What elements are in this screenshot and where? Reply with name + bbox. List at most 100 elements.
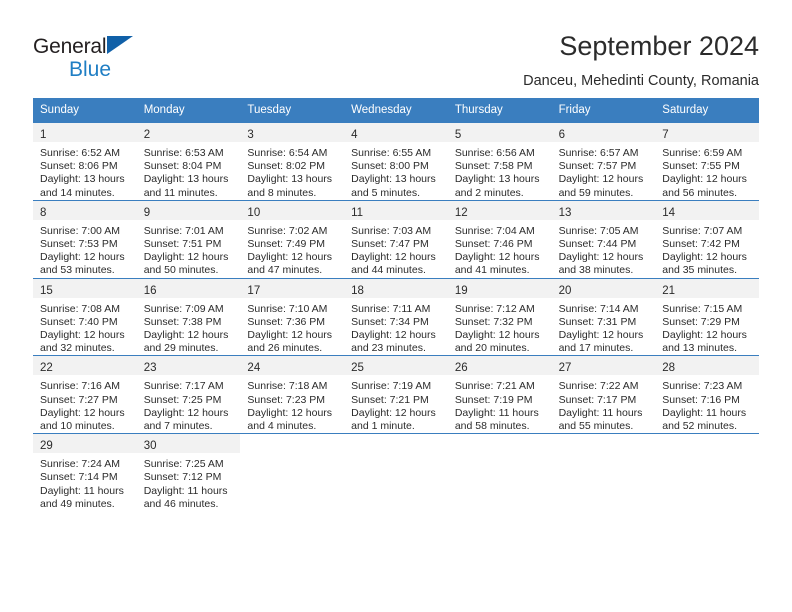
day-number-band: 30 — [136, 434, 241, 454]
calendar-week-row: 1 Sunrise: 6:52 AM Sunset: 8:06 PM Daylight… — [33, 123, 759, 200]
day-cell[interactable]: 15 Sunrise: 7:08 AM Sunset: 7:40 PM Dayligh… — [33, 278, 137, 356]
day-detail-line: Sunrise: 6:55 AM — [351, 147, 432, 159]
week-grid: 1 Sunrise: 6:52 AM Sunset: 8:06 PM Daylight… — [33, 123, 759, 200]
day-detail-line: and 26 minutes. — [247, 342, 323, 355]
day-number-band — [655, 434, 759, 453]
day-detail-line: Daylight: 11 hours — [143, 484, 228, 497]
day-number: 17 — [247, 284, 261, 297]
day-cell[interactable]: 27 Sunrise: 7:22 AM Sunset: 7:17 PM Dayligh… — [551, 356, 656, 433]
day-detail-line: and 59 minutes. — [558, 186, 634, 199]
day-number: 14 — [662, 206, 676, 219]
day-cell[interactable]: 1 Sunrise: 6:52 AM Sunset: 8:06 PM Daylight… — [33, 123, 137, 200]
day-number-band: 29 — [33, 434, 137, 454]
day-number: 23 — [143, 362, 157, 375]
day-cell[interactable]: 4 Sunrise: 6:55 AM Sunset: 8:00 PM Daylight… — [344, 123, 448, 200]
day-detail-line: Daylight: 12 hours — [247, 329, 333, 342]
day-cell-body: Sunrise: 6:53 AM Sunset: 8:04 PM Daylight:… — [137, 142, 241, 200]
day-number-band: 8 — [33, 200, 137, 220]
day-number-band: 23 — [136, 356, 241, 376]
day-detail-line: Sunrise: 7:19 AM — [351, 380, 432, 393]
day-detail-line: Sunrise: 7:24 AM — [40, 458, 120, 471]
day-cell[interactable]: 5 Sunrise: 6:56 AM Sunset: 7:58 PM Daylight… — [447, 123, 552, 200]
day-number-band: 11 — [344, 200, 448, 220]
day-cell[interactable]: 24 Sunrise: 7:18 AM Sunset: 7:23 PM Dayligh… — [240, 356, 345, 433]
day-cell[interactable]: 2 Sunrise: 6:53 AM Sunset: 8:04 PM Daylight… — [136, 123, 241, 200]
day-cell-body: Sunrise: 7:03 AM Sunset: 7:47 PM Daylight:… — [344, 220, 448, 278]
day-cell[interactable]: 20 Sunrise: 7:14 AM Sunset: 7:31 PM Dayligh… — [551, 278, 656, 356]
day-cell-body: Sunrise: 7:05 AM Sunset: 7:44 PM Daylight:… — [552, 220, 656, 278]
day-cell[interactable]: 19 Sunrise: 7:12 AM Sunset: 7:32 PM Dayligh… — [447, 278, 552, 356]
day-cell-empty — [552, 434, 656, 511]
day-detail-line: Sunrise: 7:18 AM — [247, 380, 328, 393]
day-detail-line: Sunset: 7:21 PM — [351, 393, 429, 406]
day-detail-line: Daylight: 12 hours — [558, 173, 644, 186]
day-cell[interactable]: 29 Sunrise: 7:24 AM Sunset: 7:14 PM Dayligh… — [33, 434, 137, 511]
calendar-weeks: 1 Sunrise: 6:52 AM Sunset: 8:06 PM Daylight… — [33, 123, 759, 511]
day-number: 20 — [558, 284, 572, 297]
day-cell[interactable]: 6 Sunrise: 6:57 AM Sunset: 7:57 PM Daylight… — [551, 123, 656, 200]
day-cell[interactable]: 17 Sunrise: 7:10 AM Sunset: 7:36 PM Dayligh… — [240, 278, 345, 356]
day-number-band: 7 — [655, 123, 759, 142]
day-cell[interactable]: 22 Sunrise: 7:16 AM Sunset: 7:27 PM Dayligh… — [33, 356, 137, 433]
day-cell[interactable]: 11 Sunrise: 7:03 AM Sunset: 7:47 PM Dayligh… — [344, 200, 448, 278]
day-detail-line: and 8 minutes. — [247, 186, 317, 199]
logo-text-general: General — [33, 35, 107, 58]
day-cell[interactable]: 28 Sunrise: 7:23 AM Sunset: 7:16 PM Dayligh… — [655, 356, 759, 433]
day-detail-line: Daylight: 11 hours — [40, 484, 124, 497]
day-number-band: 2 — [136, 123, 241, 142]
day-cell-body: Sunrise: 7:10 AM Sunset: 7:36 PM Daylight:… — [240, 298, 344, 356]
day-detail-line: Daylight: 12 hours — [40, 329, 125, 342]
day-detail-line: Sunrise: 7:25 AM — [143, 458, 224, 471]
day-cell[interactable]: 9 Sunrise: 7:01 AM Sunset: 7:51 PM Daylight… — [136, 200, 241, 278]
day-cell-body — [552, 453, 656, 458]
day-cell[interactable]: 12 Sunrise: 7:04 AM Sunset: 7:46 PM Dayligh… — [447, 200, 552, 278]
day-cell[interactable]: 26 Sunrise: 7:21 AM Sunset: 7:19 PM Dayligh… — [447, 356, 552, 433]
day-cell-empty — [448, 434, 552, 511]
day-detail-line: Daylight: 13 hours — [40, 173, 125, 186]
day-detail-line: and 23 minutes. — [351, 342, 426, 355]
day-detail-line: Daylight: 12 hours — [454, 251, 540, 264]
day-cell[interactable]: 25 Sunrise: 7:19 AM Sunset: 7:21 PM Dayligh… — [344, 356, 448, 433]
day-cell[interactable]: 30 Sunrise: 7:25 AM Sunset: 7:12 PM Dayligh… — [136, 434, 241, 511]
day-detail-line: and 50 minutes. — [143, 264, 219, 277]
day-detail-line: Sunset: 7:51 PM — [143, 238, 222, 251]
day-cell[interactable]: 18 Sunrise: 7:11 AM Sunset: 7:34 PM Dayligh… — [344, 278, 448, 356]
day-detail-line: and 38 minutes. — [558, 264, 634, 277]
day-detail-line: Sunset: 8:02 PM — [247, 160, 326, 173]
day-detail-line: and 5 minutes. — [351, 186, 421, 199]
day-cell[interactable]: 23 Sunrise: 7:17 AM Sunset: 7:25 PM Dayligh… — [136, 356, 241, 433]
day-number-band: 4 — [344, 123, 448, 142]
title-block: September 2024 Danceu, Mehedinti County,… — [523, 28, 759, 92]
day-cell[interactable]: 7 Sunrise: 6:59 AM Sunset: 7:55 PM Daylight… — [655, 123, 759, 200]
day-detail-line: Daylight: 11 hours — [454, 406, 539, 419]
day-cell-empty — [240, 434, 344, 511]
day-cell[interactable]: 13 Sunrise: 7:05 AM Sunset: 7:44 PM Dayligh… — [551, 200, 656, 278]
day-number: 24 — [247, 362, 261, 375]
day-detail-line: and 17 minutes. — [558, 342, 634, 355]
day-number-band: 22 — [33, 356, 137, 376]
day-cell[interactable]: 14 Sunrise: 7:07 AM Sunset: 7:42 PM Dayligh… — [655, 200, 759, 278]
day-detail-line: Daylight: 12 hours — [40, 251, 125, 264]
day-detail-line: Sunrise: 7:16 AM — [40, 380, 120, 393]
day-number-band: 17 — [240, 278, 345, 298]
logo-text-blue: Blue — [69, 58, 112, 81]
day-detail-line: Sunset: 7:19 PM — [454, 393, 533, 406]
day-number-band: 25 — [344, 356, 448, 376]
day-detail-line: Daylight: 12 hours — [662, 173, 747, 186]
day-number: 1 — [40, 129, 47, 141]
day-cell[interactable]: 16 Sunrise: 7:09 AM Sunset: 7:38 PM Dayligh… — [136, 278, 241, 356]
day-detail-line: and 20 minutes. — [454, 342, 530, 355]
day-number-band: 14 — [655, 200, 759, 220]
day-detail-line: Daylight: 12 hours — [247, 251, 333, 264]
day-cell[interactable]: 10 Sunrise: 7:02 AM Sunset: 7:49 PM Dayligh… — [240, 200, 345, 278]
day-detail-line: Sunrise: 7:15 AM — [662, 302, 743, 315]
day-number: 11 — [351, 206, 364, 219]
day-cell-body: Sunrise: 7:15 AM Sunset: 7:29 PM Daylight:… — [655, 298, 759, 356]
day-cell[interactable]: 21 Sunrise: 7:15 AM Sunset: 7:29 PM Dayligh… — [655, 278, 759, 356]
day-cell[interactable]: 8 Sunrise: 7:00 AM Sunset: 7:53 PM Daylight… — [33, 200, 137, 278]
day-detail-line: Daylight: 11 hours — [558, 406, 643, 419]
calendar-week-row: 15 Sunrise: 7:08 AM Sunset: 7:40 PM Dayligh… — [33, 277, 759, 356]
day-detail-line: Sunrise: 7:01 AM — [143, 224, 224, 237]
day-cell[interactable]: 3 Sunrise: 6:54 AM Sunset: 8:02 PM Daylight… — [240, 123, 345, 200]
day-number: 26 — [454, 362, 468, 375]
